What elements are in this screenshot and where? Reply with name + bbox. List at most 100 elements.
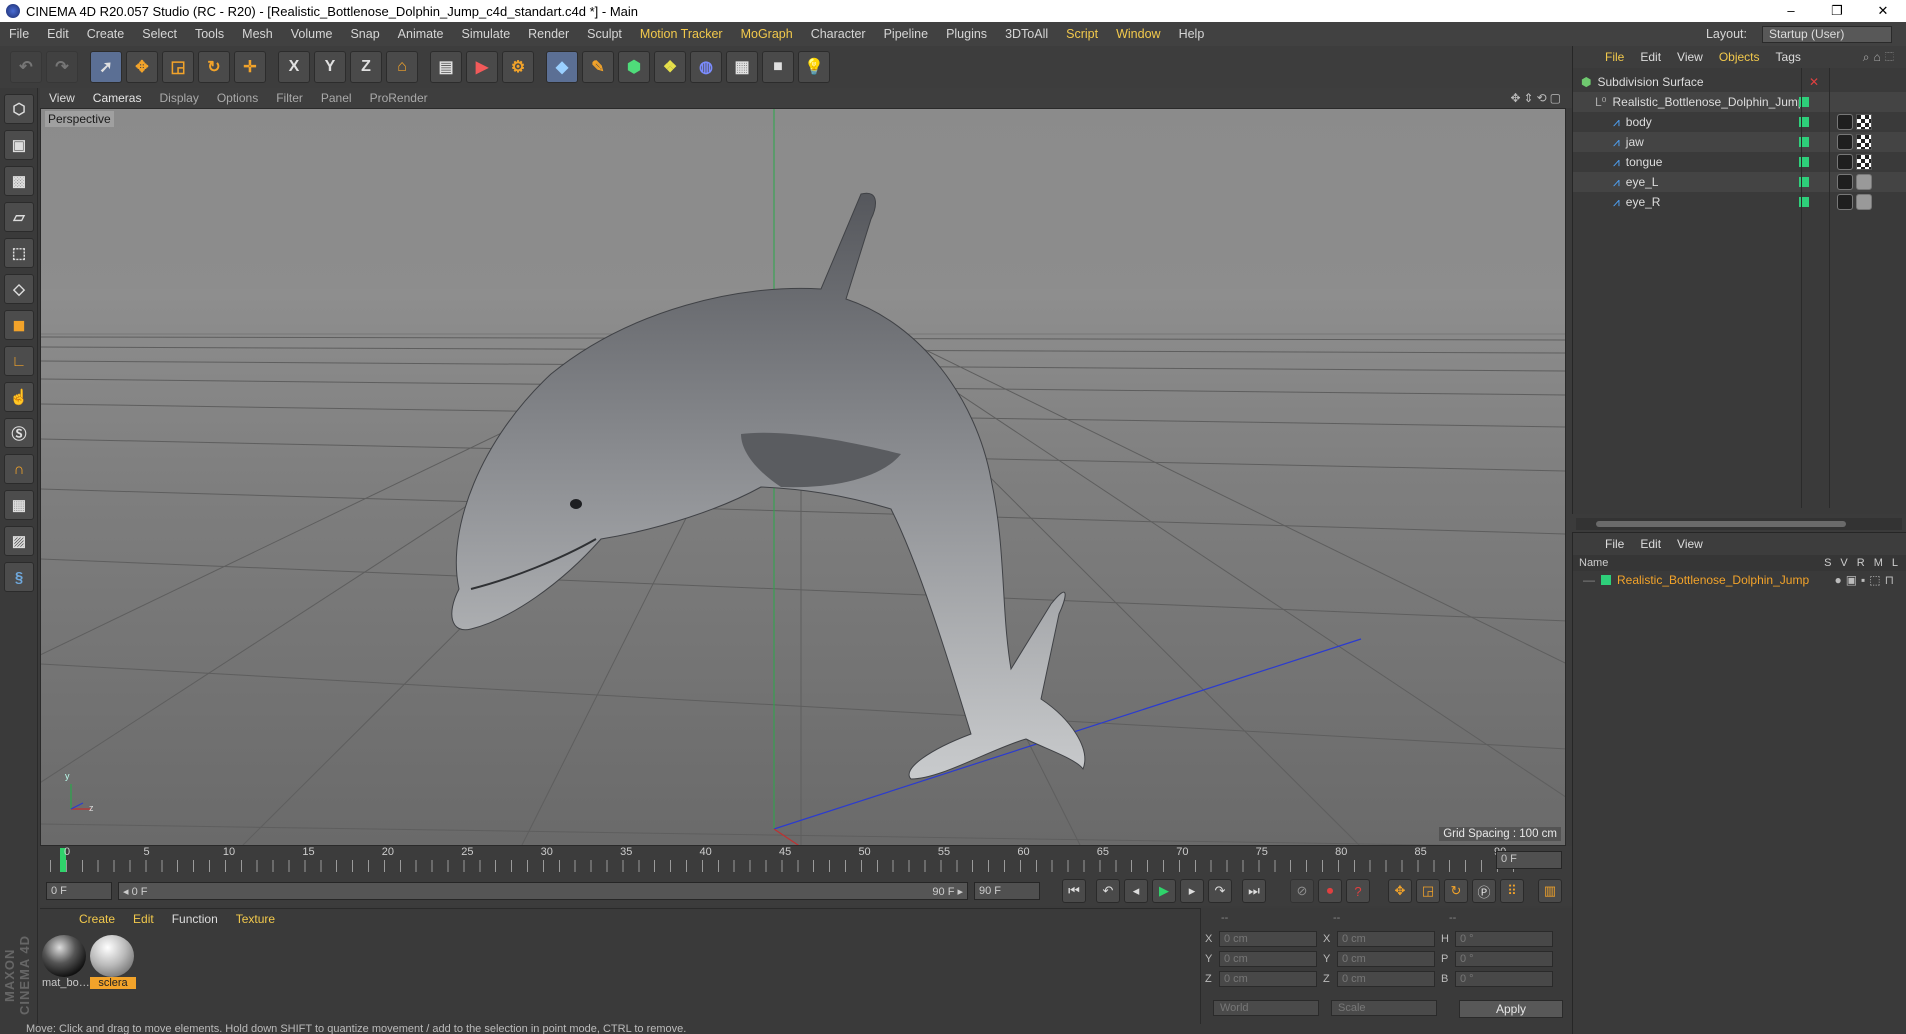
manager-column[interactable]: M — [1874, 557, 1883, 569]
restore-button[interactable]: ❐ — [1814, 3, 1860, 19]
viewport-menu-prorender[interactable]: ProRender — [361, 91, 437, 105]
material-menu-texture[interactable]: Texture — [227, 912, 284, 926]
layer-flag-icons[interactable]: ●▣▪⬚⊓ — [1834, 573, 1906, 587]
floor-icon[interactable]: ▦ — [726, 51, 758, 83]
autokey-icon[interactable]: ⊘ — [1290, 879, 1314, 903]
minimize-button[interactable]: – — [1768, 3, 1814, 19]
scale-key-icon[interactable]: ◲ — [1416, 879, 1440, 903]
move-icon[interactable]: ✥ — [126, 51, 158, 83]
layer-menu-file[interactable]: File — [1597, 537, 1632, 551]
material-tag-icon[interactable] — [1837, 134, 1853, 150]
menu-plugins[interactable]: Plugins — [937, 27, 996, 41]
timeline-ruler[interactable]: 051015202530354045505560657075808590 0 F — [40, 846, 1572, 876]
object-visibility-x-icon[interactable]: ✕ — [1809, 75, 1819, 89]
viewport-menu-display[interactable]: Display — [150, 91, 207, 105]
sclera-material-tag-icon[interactable] — [1856, 174, 1872, 190]
close-button[interactable]: ✕ — [1860, 3, 1906, 19]
size-x-field[interactable]: 0 cm — [1337, 931, 1435, 947]
coordinate-mode-dropdown[interactable]: World — [1213, 1000, 1319, 1016]
menu-edit[interactable]: Edit — [38, 27, 78, 41]
material-menu-function[interactable]: Function — [163, 912, 227, 926]
objmenu-objects[interactable]: Objects — [1711, 50, 1768, 64]
viewport-menu-options[interactable]: Options — [208, 91, 267, 105]
start-frame-field[interactable]: 0 F — [46, 882, 112, 900]
layer-menu-view[interactable]: View — [1669, 537, 1711, 551]
menu-character[interactable]: Character — [802, 27, 875, 41]
python-icon[interactable]: § — [4, 562, 34, 592]
texture-mode-icon[interactable]: ▩ — [4, 166, 34, 196]
param-key-icon[interactable]: Ⓟ — [1472, 879, 1496, 903]
sclera-material-tag-icon[interactable] — [1856, 194, 1872, 210]
go-to-end-icon[interactable]: ⏭ — [1242, 879, 1266, 903]
objmenu-file[interactable]: File — [1597, 50, 1632, 64]
viewport-nav-icons[interactable]: ✥⇕⟲▢ — [1501, 91, 1572, 105]
timeline-icon[interactable]: ▥ — [1538, 879, 1562, 903]
menu-help[interactable]: Help — [1170, 27, 1214, 41]
coordinate-system-icon[interactable]: ⌂ — [386, 51, 418, 83]
menu-window[interactable]: Window — [1107, 27, 1169, 41]
perspective-viewport[interactable]: y z Perspective Grid Spacing : 100 cm — [40, 108, 1566, 846]
menu-sculpt[interactable]: Sculpt — [578, 27, 631, 41]
light-icon[interactable]: 💡 — [798, 51, 830, 83]
make-editable-icon[interactable]: ⬡ — [4, 94, 34, 124]
menu-file[interactable]: File — [0, 27, 38, 41]
texture-tag-icon[interactable] — [1856, 154, 1872, 170]
size-z-field[interactable]: 0 cm — [1337, 971, 1435, 987]
viewport-menu-panel[interactable]: Panel — [312, 91, 361, 105]
edges-mode-icon[interactable]: ◇ — [4, 274, 34, 304]
z-axis-icon[interactable]: Z — [350, 51, 382, 83]
menu-animate[interactable]: Animate — [389, 27, 453, 41]
environment-icon[interactable]: ◍ — [690, 51, 722, 83]
model-mode-icon[interactable]: ▣ — [4, 130, 34, 160]
render-settings-icon[interactable]: ⚙ — [502, 51, 534, 83]
menu-motion-tracker[interactable]: Motion Tracker — [631, 27, 732, 41]
frame-range-slider[interactable]: ◂ 0 F 90 F ▸ — [118, 882, 968, 900]
layer-color-swatch[interactable] — [1601, 575, 1611, 585]
object-row[interactable]: ⩘ eye_R — [1573, 192, 1906, 212]
material-tag-icon[interactable] — [1837, 174, 1853, 190]
pen-spline-icon[interactable]: ✎ — [582, 51, 614, 83]
layer-menu-edit[interactable]: Edit — [1632, 537, 1669, 551]
pos-x-field[interactable]: 0 cm — [1219, 931, 1317, 947]
redo-icon[interactable]: ↷ — [46, 51, 78, 83]
layer-row[interactable]: — Realistic_Bottlenose_Dolphin_Jump ●▣▪⬚… — [1573, 571, 1906, 589]
objmenu-view[interactable]: View — [1669, 50, 1711, 64]
object-row[interactable]: ⩘ eye_L — [1573, 172, 1906, 192]
visible-column[interactable]: V — [1840, 557, 1847, 569]
menu-select[interactable]: Select — [133, 27, 186, 41]
rot-h-field[interactable]: 0 ° — [1455, 931, 1553, 947]
menu-mograph[interactable]: MoGraph — [732, 27, 802, 41]
timeline-scale[interactable]: 051015202530354045505560657075808590 — [50, 846, 1520, 874]
magnet-icon[interactable]: ∩ — [4, 454, 34, 484]
apply-button[interactable]: Apply — [1459, 1000, 1563, 1018]
material-swatch[interactable]: mat_bo… — [42, 935, 90, 989]
transform-icon[interactable]: ✛ — [234, 51, 266, 83]
solo-icon[interactable]: Ⓢ — [4, 418, 34, 448]
record-icon[interactable]: ⏺ — [1318, 879, 1342, 903]
render-view-icon[interactable]: ▤ — [430, 51, 462, 83]
camera-icon[interactable]: ■ — [762, 51, 794, 83]
deformer-icon[interactable]: ❖ — [654, 51, 686, 83]
cube-icon[interactable]: ◆ — [546, 51, 578, 83]
rotate-key-icon[interactable]: ↻ — [1444, 879, 1468, 903]
render-picture-queue-icon[interactable]: ▶ — [466, 51, 498, 83]
menu-snap[interactable]: Snap — [341, 27, 388, 41]
workplane-icon[interactable]: ▱ — [4, 202, 34, 232]
viewport-menu-filter[interactable]: Filter — [267, 91, 312, 105]
undo-icon[interactable]: ↶ — [10, 51, 42, 83]
menu-tools[interactable]: Tools — [186, 27, 233, 41]
select-arrow-icon[interactable]: ➚ — [90, 51, 122, 83]
locked-column[interactable]: L — [1892, 557, 1898, 569]
object-manager-scrollbar[interactable] — [1576, 518, 1902, 530]
previous-keyframe-icon[interactable]: ↶ — [1096, 879, 1120, 903]
solo-column[interactable]: S — [1824, 557, 1831, 569]
menu-pipeline[interactable]: Pipeline — [875, 27, 937, 41]
snap-icon[interactable]: ▦ — [4, 490, 34, 520]
material-menu-edit[interactable]: Edit — [124, 912, 163, 926]
menu-mesh[interactable]: Mesh — [233, 27, 282, 41]
rot-p-field[interactable]: 0 ° — [1455, 951, 1553, 967]
next-frame-icon[interactable]: ▸ — [1180, 879, 1204, 903]
object-row[interactable]: L⁰ Realistic_Bottlenose_Dolphin_Jump — [1573, 92, 1906, 112]
object-row[interactable]: ⩘ jaw — [1573, 132, 1906, 152]
viewport-menu-cameras[interactable]: Cameras — [84, 91, 151, 105]
